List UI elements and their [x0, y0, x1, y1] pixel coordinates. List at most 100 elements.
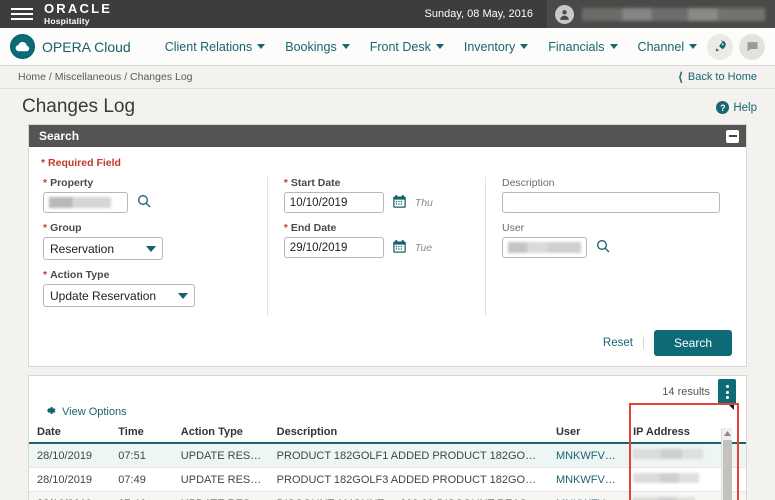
page-title: Changes Log	[22, 96, 136, 117]
user-avatar-icon[interactable]	[555, 4, 574, 24]
user-input[interactable]	[502, 237, 587, 258]
username-redacted	[582, 7, 765, 21]
chat-bubble-icon[interactable]	[739, 33, 765, 60]
start-date-input[interactable]: 10/10/2019	[283, 192, 384, 213]
oracle-wordmark: ORACLE	[44, 1, 113, 17]
table-row[interactable]: 28/10/2019 07:49 UPDATE RESE... PRODUCT …	[29, 467, 746, 492]
search-fields: * Property * Group Reservation * Action …	[41, 177, 734, 316]
cell-time: 07:46	[110, 491, 173, 500]
chevron-down-icon	[435, 44, 444, 49]
calendar-icon[interactable]	[392, 194, 407, 212]
cell-time: 07:49	[110, 467, 173, 492]
breadcrumb[interactable]: Home / Miscellaneous / Changes Log	[18, 71, 193, 83]
cell-description: PRODUCT 182GOLF1 ADDED PRODUCT 182GOLF1 …	[268, 443, 548, 468]
start-date-label-text: Start Date	[290, 177, 341, 189]
nav-item-channel[interactable]: Channel	[628, 40, 708, 54]
breadcrumb-bar: Home / Miscellaneous / Changes Log ⟨ Bac…	[0, 66, 775, 88]
reset-button[interactable]: Reset	[603, 337, 644, 349]
opera-cloud-brand[interactable]: OPERA Cloud	[10, 34, 131, 59]
nav-item-front-desk[interactable]: Front Desk	[360, 40, 454, 54]
cell-user[interactable]: MNKWFVB@	[547, 491, 626, 500]
vertical-dots-icon[interactable]	[718, 379, 736, 410]
action-type-select[interactable]: Update Reservation	[43, 284, 195, 307]
group-field-group: * Group Reservation	[43, 222, 253, 260]
nav-right-actions	[707, 33, 765, 60]
property-label-text: Property	[50, 177, 94, 189]
hamburger-menu-icon[interactable]	[0, 8, 44, 20]
scroll-up-icon[interactable]	[722, 428, 732, 439]
chevron-down-icon	[689, 44, 698, 49]
top-bar-right: Sunday, 08 May, 2016	[425, 0, 775, 28]
business-date: Sunday, 08 May, 2016	[424, 8, 533, 20]
description-label: Description	[502, 177, 555, 189]
calendar-icon[interactable]	[392, 239, 407, 257]
cell-action-type: UPDATE RESE...	[172, 491, 269, 500]
search-button[interactable]: Search	[653, 330, 732, 356]
changes-log-table: Date Time Action Type Description User I…	[29, 424, 746, 500]
nav-item-client-relations[interactable]: Client Relations	[155, 40, 276, 54]
table-vertical-scrollbar[interactable]	[721, 428, 732, 500]
start-date-label: * Start Date	[284, 177, 471, 189]
cell-user[interactable]: MNKWFVB@	[547, 443, 626, 468]
rocket-icon[interactable]	[707, 33, 733, 60]
user-link[interactable]: MNKWFVB@	[556, 450, 623, 462]
user-field-group: User	[502, 222, 720, 258]
help-link[interactable]: ? Help	[716, 93, 757, 114]
column-header-date[interactable]: Date	[29, 424, 111, 444]
action-type-label-text: Action Type	[50, 269, 110, 281]
results-toolbar: 14 results	[29, 376, 746, 410]
user-search-icon[interactable]	[595, 238, 611, 257]
search-panel-header: Search	[29, 125, 746, 147]
property-search-icon[interactable]	[136, 193, 152, 212]
nav-label: Channel	[637, 39, 685, 54]
search-panel-actions: Reset Search	[29, 324, 746, 366]
user-zone[interactable]	[547, 0, 775, 28]
nav-item-financials[interactable]: Financials	[538, 40, 627, 54]
property-value-redacted	[49, 197, 111, 208]
top-bar: ORACLE Hospitality Sunday, 08 May, 2016	[0, 0, 775, 28]
opera-cloud-label: OPERA Cloud	[42, 38, 131, 55]
cell-date: 28/10/2019	[29, 467, 111, 492]
cell-description: DISCOUNT AMOUNT -> 200.00 DISCOUNT REASO…	[268, 491, 548, 500]
table-row[interactable]: 28/10/2019 07:46 UPDATE RESE... DISCOUNT…	[29, 491, 746, 500]
group-select[interactable]: Reservation	[43, 237, 163, 260]
cell-user[interactable]: MNKWFVB@	[547, 467, 626, 492]
column-header-description[interactable]: Description	[268, 424, 548, 444]
search-panel: Search * Required Field * Property * Gro…	[28, 124, 747, 367]
chevron-down-icon	[609, 44, 618, 49]
nav-item-inventory[interactable]: Inventory	[454, 40, 538, 54]
description-input[interactable]	[502, 192, 720, 213]
ip-value-redacted	[633, 449, 704, 459]
column-header-time[interactable]: Time	[110, 424, 173, 444]
nav-label: Financials	[548, 39, 605, 54]
required-asterisk-icon: *	[43, 177, 48, 189]
view-options-button[interactable]: View Options	[29, 402, 746, 424]
group-value: Reservation	[50, 241, 115, 256]
table-row[interactable]: 28/10/2019 07:51 UPDATE RESE... PRODUCT …	[29, 443, 746, 468]
property-field-group: * Property	[43, 177, 253, 213]
main-navigation-bar: OPERA Cloud Client Relations Bookings Fr…	[0, 28, 775, 66]
table-body: 28/10/2019 07:51 UPDATE RESE... PRODUCT …	[29, 443, 746, 500]
nav-label: Front Desk	[369, 39, 431, 54]
nav-item-bookings[interactable]: Bookings	[275, 40, 359, 54]
results-count: 14 results	[662, 386, 710, 398]
scrollbar-thumb[interactable]	[723, 440, 732, 500]
oracle-sub-label: Hospitality	[44, 16, 90, 27]
user-link[interactable]: MNKWFVB@	[556, 474, 623, 486]
help-label: Help	[733, 101, 757, 114]
required-asterisk-icon: *	[283, 222, 288, 234]
end-date-field-group: * End Date 29/10/2019 Tue	[283, 222, 471, 258]
required-asterisk-icon: *	[283, 177, 288, 189]
ip-value-redacted	[633, 473, 700, 483]
property-input[interactable]	[43, 192, 128, 213]
collapse-panel-icon[interactable]	[726, 129, 739, 143]
end-date-label: * End Date	[284, 222, 471, 234]
column-header-user[interactable]: User	[547, 424, 626, 444]
start-date-field-group: * Start Date 10/10/2019 Thu	[283, 177, 471, 213]
column-header-action-type[interactable]: Action Type	[172, 424, 269, 444]
back-to-home-link[interactable]: ⟨ Back to Home	[678, 70, 757, 84]
gear-icon	[43, 404, 56, 420]
end-date-input[interactable]: 29/10/2019	[283, 237, 384, 258]
search-column-left: * Property * Group Reservation * Action …	[41, 177, 268, 316]
nav-label: Inventory	[463, 39, 516, 54]
